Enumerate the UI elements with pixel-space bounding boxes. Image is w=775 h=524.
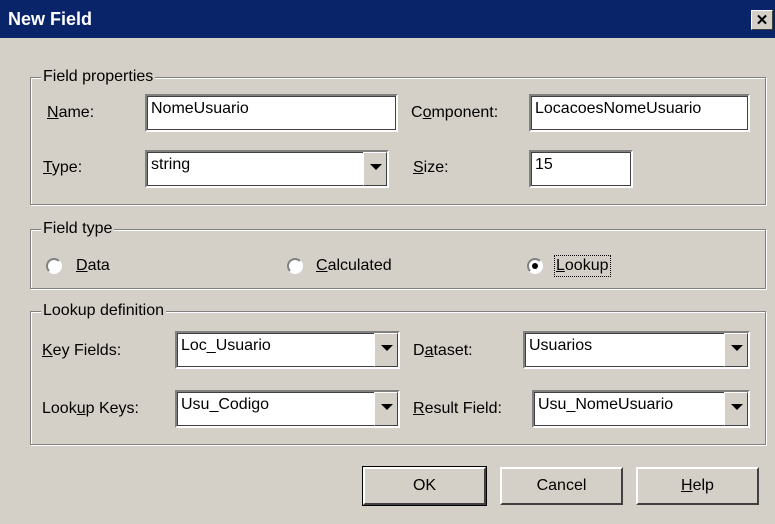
ok-button-label: OK xyxy=(412,477,437,494)
ok-button[interactable]: OK xyxy=(362,466,487,506)
radio-lookup-label[interactable]: Lookup xyxy=(554,255,611,277)
radio-calculated[interactable] xyxy=(287,258,303,274)
key-fields-select[interactable]: Loc_Usuario xyxy=(175,331,400,369)
component-input[interactable]: LocacoesNomeUsuario xyxy=(529,94,750,132)
component-label: Component: xyxy=(411,104,499,121)
type-select[interactable]: string xyxy=(145,150,389,188)
chevron-down-icon[interactable] xyxy=(374,392,398,426)
chevron-down-icon[interactable] xyxy=(374,333,398,367)
help-button-label: Help xyxy=(681,477,714,494)
dataset-select[interactable]: Usuarios xyxy=(523,331,750,369)
window-title: New Field xyxy=(8,9,93,29)
lookup-definition-group: Lookup definition Key Fields: Loc_Usuari… xyxy=(30,301,766,445)
size-label: Size: xyxy=(413,159,449,176)
chevron-down-icon[interactable] xyxy=(363,152,387,186)
radio-data-label[interactable]: Data xyxy=(76,256,110,276)
lookup-keys-select[interactable]: Usu_Codigo xyxy=(175,390,400,428)
lookup-keys-label: Lookup Keys: xyxy=(42,400,139,417)
radio-lookup[interactable] xyxy=(527,258,543,274)
chevron-down-icon[interactable] xyxy=(724,333,748,367)
field-type-group: Field type Data Calculated Lookup xyxy=(30,219,766,289)
name-input[interactable]: NomeUsuario xyxy=(145,94,398,132)
field-properties-legend: Field properties xyxy=(41,67,156,87)
size-input[interactable]: 15 xyxy=(529,150,633,188)
radio-calculated-label[interactable]: Calculated xyxy=(316,256,392,276)
close-button[interactable]: ✕ xyxy=(751,10,773,30)
field-type-legend: Field type xyxy=(41,219,115,239)
close-icon: ✕ xyxy=(755,12,769,29)
field-properties-group: Field properties Name: NomeUsuario Compo… xyxy=(30,67,766,205)
result-field-label: Result Field: xyxy=(413,400,502,417)
type-label: Type: xyxy=(43,159,83,176)
result-field-select[interactable]: Usu_NomeUsuario xyxy=(532,390,750,428)
name-label: Name: xyxy=(47,104,95,121)
radio-data[interactable] xyxy=(46,258,62,274)
lookup-definition-legend: Lookup definition xyxy=(41,301,166,321)
key-fields-label: Key Fields: xyxy=(42,342,122,359)
cancel-button[interactable]: Cancel xyxy=(500,467,623,505)
dataset-label: Dataset: xyxy=(413,342,473,359)
chevron-down-icon[interactable] xyxy=(724,392,748,426)
help-button[interactable]: Help xyxy=(636,467,759,505)
cancel-button-label: Cancel xyxy=(536,477,587,494)
title-bar: New Field ✕ xyxy=(0,0,775,38)
